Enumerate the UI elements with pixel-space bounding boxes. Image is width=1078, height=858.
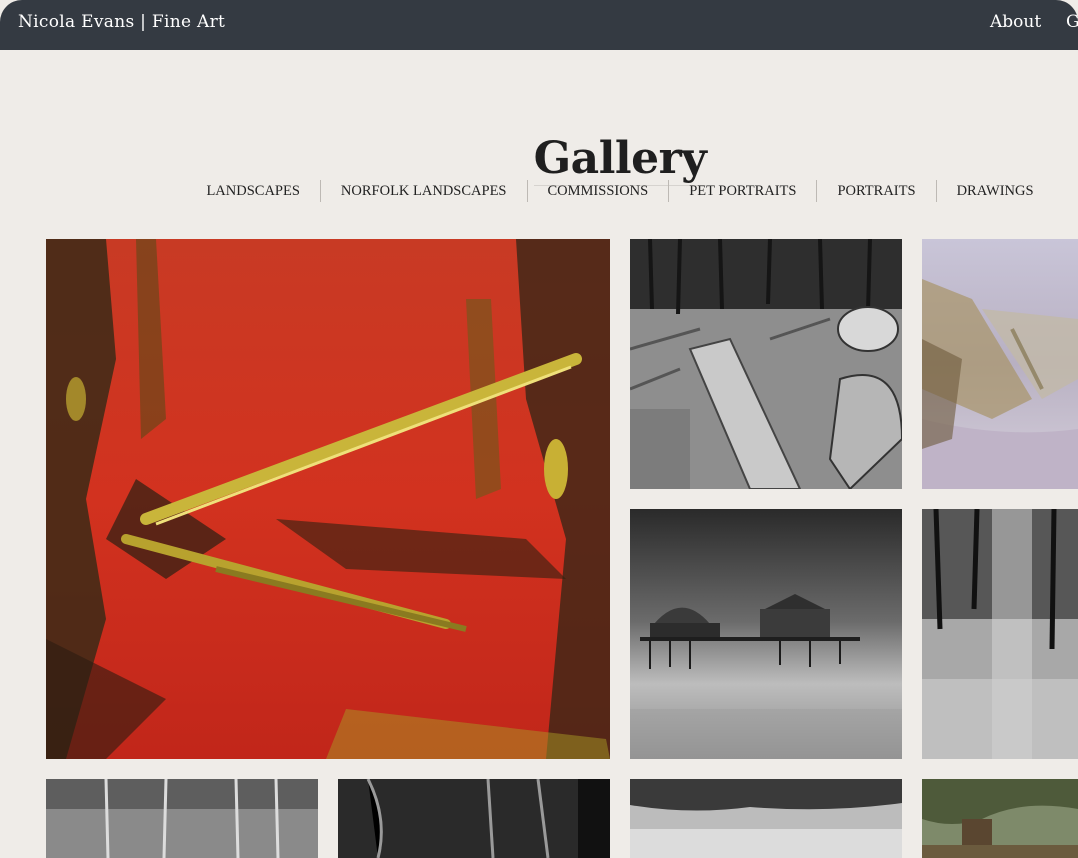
lake-drawing-image xyxy=(630,779,902,858)
filter-drawings[interactable]: DRAWINGS xyxy=(937,183,1054,200)
gallery-item-cottage-painting[interactable] xyxy=(922,779,1078,858)
gallery-item-forest-logs-drawing[interactable] xyxy=(630,239,902,489)
page: Nicola Evans | Fine Art About G Gallery … xyxy=(0,0,1078,858)
site-brand-link[interactable]: Nicola Evans | Fine Art xyxy=(18,12,225,32)
filter-pet-portraits[interactable]: PET PORTRAITS xyxy=(669,183,816,200)
nav-about[interactable]: About xyxy=(990,12,1041,32)
gallery-item-pier-drawing[interactable] xyxy=(630,509,902,759)
gallery-item-grey-woods-drawing[interactable] xyxy=(46,779,318,858)
filter-portraits[interactable]: PORTRAITS xyxy=(817,183,935,200)
page-title-text: Gallery xyxy=(533,133,707,187)
gallery-item-misty-forest-drawing[interactable] xyxy=(922,509,1078,759)
gallery-item-dark-woods-drawing[interactable] xyxy=(338,779,610,858)
gallery-filter-bar: LANDSCAPES NORFOLK LANDSCAPES COMMISSION… xyxy=(0,180,1078,202)
forest-logs-drawing-image xyxy=(630,239,902,489)
gallery-item-misty-river-painting[interactable] xyxy=(922,239,1078,489)
nav-gallery-partial[interactable]: G xyxy=(1066,12,1078,32)
red-forest-painting-image xyxy=(46,239,610,759)
filter-commissions[interactable]: COMMISSIONS xyxy=(528,183,669,200)
misty-forest-drawing-image xyxy=(922,509,1078,759)
page-title: Gallery xyxy=(0,133,1078,187)
site-header: Nicola Evans | Fine Art About G xyxy=(0,0,1078,50)
pier-drawing-image xyxy=(630,509,902,759)
gallery-item-lake-drawing[interactable] xyxy=(630,779,902,858)
cottage-painting-image xyxy=(922,779,1078,858)
filter-norfolk-landscapes[interactable]: NORFOLK LANDSCAPES xyxy=(321,183,527,200)
gallery-item-red-forest-painting[interactable] xyxy=(46,239,610,759)
misty-river-painting-image xyxy=(922,239,1078,489)
filter-landscapes[interactable]: LANDSCAPES xyxy=(186,183,319,200)
dark-woods-drawing-image xyxy=(338,779,610,858)
grey-woods-drawing-image xyxy=(46,779,318,858)
